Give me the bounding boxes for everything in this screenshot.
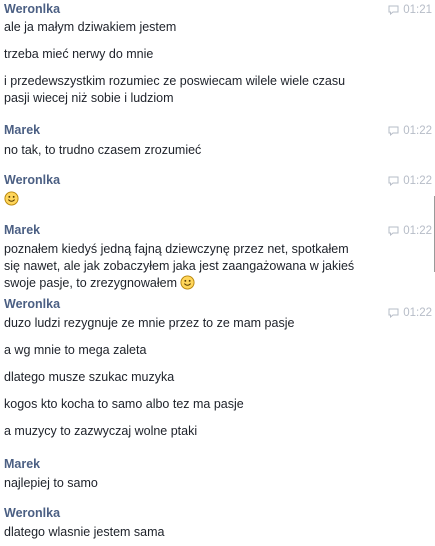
sender-name[interactable]: Weronlka: [4, 505, 435, 521]
message-text: duzo ludzi rezygnuje ze mnie przez to ze…: [4, 316, 295, 330]
timestamp: 01:22: [388, 174, 432, 188]
timestamp-text: 01:22: [403, 225, 432, 237]
message-text-part: swoje pasje, to zrezygnowałem: [4, 276, 177, 290]
message-text: pasji wiecej niż sobie i ludziom: [4, 91, 174, 105]
message-text: a muzycy to zazwyczaj wolne ptaki: [4, 424, 198, 438]
message-text: i przedewszystkim rozumiec ze poswiecam …: [4, 74, 346, 88]
message-group: Weronlka dlatego wlasnie jestem sama: [4, 505, 435, 541]
message-group: Marek 01:22 poznałem kiedyś jedną fajną …: [4, 222, 435, 292]
timestamp: 01:22: [388, 124, 432, 138]
smile-emoji: [180, 275, 196, 290]
message-text: swoje pasje, to zrezygnowałem: [4, 275, 435, 292]
message-text: dlatego musze szukac muzyka: [4, 370, 175, 384]
sender-name[interactable]: Marek: [4, 122, 435, 138]
message-text: no tak, to trudno czasem zrozumieć: [4, 143, 202, 157]
chat-conversation: Weronlka 01:21 ale ja małym dziwakiem je…: [0, 0, 435, 546]
chat-bubble-icon: [388, 5, 399, 15]
message-group: Marek najlepiej to samo: [4, 456, 435, 492]
message-text: poznałem kiedyś jedną fajną dziewczynę p…: [4, 242, 349, 256]
message-group: Weronlka 01:22 duzo ludzi rezygnuje ze m…: [4, 296, 435, 440]
message-text: trzeba mieć nerwy do mnie: [4, 47, 154, 61]
message-text: dlatego wlasnie jestem sama: [4, 525, 165, 539]
message-group: Weronlka 01:22: [4, 172, 435, 208]
timestamp-text: 01:22: [403, 125, 432, 137]
message-text: kogos kto kocha to samo albo tez ma pasj…: [4, 397, 244, 411]
message-text: ale ja małym dziwakiem jestem: [4, 20, 177, 34]
timestamp: 01:22: [388, 224, 432, 238]
sender-name[interactable]: Marek: [4, 222, 435, 238]
message-text: najlepiej to samo: [4, 476, 98, 490]
message-group: Weronlka 01:21 ale ja małym dziwakiem je…: [4, 1, 435, 107]
message-text: się nawet, ale jak zobaczyłem jaka jest …: [4, 259, 355, 273]
timestamp-text: 01:22: [403, 175, 432, 187]
timestamp: 01:21: [388, 3, 432, 17]
smile-emoji: [4, 191, 19, 206]
timestamp: 01:22: [388, 306, 432, 320]
sender-name[interactable]: Weronlka: [4, 1, 435, 17]
timestamp-text: 01:22: [403, 307, 432, 319]
sender-name[interactable]: Marek: [4, 456, 435, 472]
timestamp-text: 01:21: [403, 4, 432, 16]
chat-bubble-icon: [388, 126, 399, 136]
chat-bubble-icon: [388, 226, 399, 236]
message-text: a wg mnie to mega zaleta: [4, 343, 147, 357]
sender-name[interactable]: Weronlka: [4, 296, 435, 312]
message-group: Marek 01:22 no tak, to trudno czasem zro…: [4, 122, 435, 159]
message-text: [4, 191, 435, 208]
chat-bubble-icon: [388, 176, 399, 186]
sender-name[interactable]: Weronlka: [4, 172, 435, 188]
chat-bubble-icon: [388, 308, 399, 318]
